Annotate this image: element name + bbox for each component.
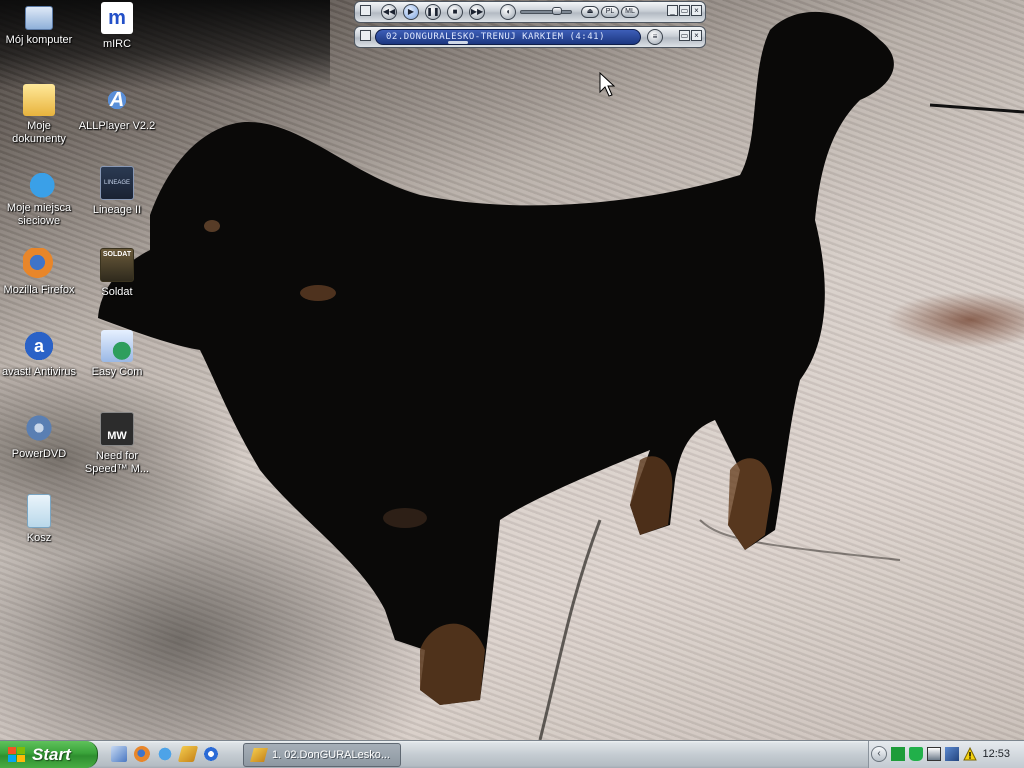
mirc-icon: m bbox=[101, 2, 133, 34]
avast-icon-glyph: a bbox=[33, 335, 44, 356]
winamp-icon bbox=[250, 748, 268, 762]
playlist-close-button[interactable]: × bbox=[691, 30, 702, 41]
my-documents-icon bbox=[23, 84, 55, 116]
desktop-icon-label: Moje miejsca sieciowe bbox=[6, 202, 72, 227]
lineage-icon: LINEAGE bbox=[100, 166, 134, 200]
winamp-icon[interactable] bbox=[177, 746, 199, 762]
desktop-icon-label: Kosz bbox=[26, 532, 52, 544]
desktop-icon-label: avast! Antivirus bbox=[2, 366, 76, 378]
playlist-list-icon[interactable]: ≡ bbox=[647, 29, 663, 45]
system-tray: ‹ 12:53 bbox=[868, 741, 1024, 768]
lineage-icon-glyph: LINEAGE bbox=[103, 180, 130, 186]
desktop-icon-label: Easy Com bbox=[91, 366, 143, 378]
desktop-icon-mirc[interactable]: m mIRC bbox=[77, 2, 157, 51]
desktop-icon-label: ALLPlayer V2.2 bbox=[78, 120, 156, 132]
desktop-icon-label: Moje dokumenty bbox=[12, 120, 66, 145]
desktop-icon-label: Soldat bbox=[101, 286, 133, 298]
eject-button[interactable]: ⏏ bbox=[581, 6, 599, 18]
desktop-icon-network-places[interactable]: Moje miejsca sieciowe bbox=[0, 166, 79, 228]
allplayer-icon: A bbox=[101, 84, 133, 116]
tray-display-icon[interactable] bbox=[927, 747, 941, 761]
internet-explorer-icon[interactable] bbox=[157, 746, 173, 762]
media-library-button[interactable]: ML bbox=[621, 6, 639, 18]
now-playing-display[interactable]: 02.DONGURALESKO-TRENUJ KARKIEM (4:41) bbox=[375, 29, 641, 45]
desktop-icon-easy-com[interactable]: Easy Com bbox=[77, 330, 157, 379]
recycle-bin-icon bbox=[27, 494, 51, 528]
avast-icon: a bbox=[23, 330, 55, 362]
desktop-icon-lineage[interactable]: LINEAGE Lineage II bbox=[77, 166, 157, 217]
volume-slider-knob[interactable] bbox=[552, 7, 562, 15]
taskbar-item-label: 1. 02.DonGURALesko... bbox=[272, 749, 391, 761]
desktop-icon-my-documents[interactable]: Moje dokumenty bbox=[0, 84, 79, 146]
desktop-icon-label: mIRC bbox=[102, 38, 132, 50]
desktop-icon-label: Mozilla Firefox bbox=[3, 284, 75, 296]
now-playing-title: 02.DONGURALESKO-TRENUJ KARKIEM (4:41) bbox=[386, 32, 605, 42]
windows-logo-icon bbox=[8, 746, 26, 763]
winamp-main-window[interactable]: ◀◀ ▶ ❚❚ ■ ▶▶ ◖ ⏏ PL ML _ ▭ × bbox=[354, 1, 706, 23]
network-places-icon bbox=[23, 166, 55, 198]
desktop-icon-firefox[interactable]: Mozilla Firefox bbox=[0, 248, 79, 297]
soldat-icon-glyph: SOLDAT bbox=[102, 251, 132, 258]
show-desktop-icon[interactable] bbox=[111, 746, 127, 762]
soldat-icon: SOLDAT bbox=[100, 248, 134, 282]
start-button[interactable]: Start bbox=[0, 741, 98, 768]
playlist-toggle-button[interactable]: PL bbox=[601, 6, 619, 18]
taskbar: Start 1. 02.DonGURALesko... ‹ 12:53 bbox=[0, 740, 1024, 768]
easy-com-icon bbox=[101, 330, 133, 362]
mirc-icon-glyph: m bbox=[108, 6, 126, 29]
pause-button[interactable]: ❚❚ bbox=[425, 4, 441, 20]
desktop-icon-label: Mój komputer bbox=[5, 34, 73, 46]
desktop-icon-label: Need for Speed™ M... bbox=[84, 450, 150, 475]
volume-icon[interactable]: ◖ bbox=[500, 4, 516, 20]
desktop-icon-my-computer[interactable]: Mój komputer bbox=[0, 2, 79, 47]
close-button[interactable]: × bbox=[691, 5, 702, 16]
powerdvd-icon bbox=[23, 412, 55, 444]
desktop-icon-label: PowerDVD bbox=[11, 448, 67, 460]
tray-network-icon[interactable] bbox=[945, 747, 959, 761]
desktop-icon-allplayer[interactable]: A ALLPlayer V2.2 bbox=[77, 84, 157, 133]
firefox-icon bbox=[23, 248, 55, 280]
winamp-playlist-window[interactable]: 02.DONGURALESKO-TRENUJ KARKIEM (4:41) ≡ … bbox=[354, 26, 706, 48]
desktop-icon-soldat[interactable]: SOLDAT Soldat bbox=[77, 248, 157, 299]
taskbar-item-winamp[interactable]: 1. 02.DonGURALesko... bbox=[243, 743, 401, 767]
mouse-cursor-icon bbox=[599, 72, 615, 97]
play-button[interactable]: ▶ bbox=[403, 4, 419, 20]
playlist-shade-button[interactable]: ▭ bbox=[679, 30, 690, 41]
seek-bar[interactable] bbox=[448, 41, 468, 44]
need-for-speed-icon: MW bbox=[100, 412, 134, 446]
my-computer-icon bbox=[25, 6, 53, 30]
volume-slider[interactable] bbox=[520, 7, 572, 15]
tray-expand-button[interactable]: ‹ bbox=[871, 746, 887, 762]
firefox-icon[interactable] bbox=[134, 746, 150, 762]
desktop-icon-label: Lineage II bbox=[92, 204, 142, 216]
allplayer-icon-glyph: A bbox=[109, 88, 125, 111]
desktop-icon-need-for-speed[interactable]: MW Need for Speed™ M... bbox=[77, 412, 157, 476]
tray-warning-icon[interactable] bbox=[963, 747, 977, 761]
next-button[interactable]: ▶▶ bbox=[469, 4, 485, 20]
playlist-menu-icon[interactable] bbox=[360, 30, 371, 41]
tray-gg-icon[interactable] bbox=[891, 747, 905, 761]
desktop-icon-recycle-bin[interactable]: Kosz bbox=[0, 494, 79, 545]
shade-button[interactable]: ▭ bbox=[679, 5, 690, 16]
desktop-icon-avast[interactable]: a avast! Antivirus bbox=[0, 330, 79, 379]
nfs-icon-glyph: MW bbox=[107, 430, 127, 442]
stop-button[interactable]: ■ bbox=[447, 4, 463, 20]
tray-messenger-icon[interactable] bbox=[909, 747, 923, 761]
desktop-icon-powerdvd[interactable]: PowerDVD bbox=[0, 412, 79, 461]
winamp-menu-icon[interactable] bbox=[360, 5, 371, 16]
media-player-icon[interactable] bbox=[203, 746, 219, 762]
start-label: Start bbox=[32, 744, 71, 764]
clock[interactable]: 12:53 bbox=[982, 741, 1010, 768]
previous-button[interactable]: ◀◀ bbox=[381, 4, 397, 20]
minimize-button[interactable]: _ bbox=[667, 5, 678, 16]
